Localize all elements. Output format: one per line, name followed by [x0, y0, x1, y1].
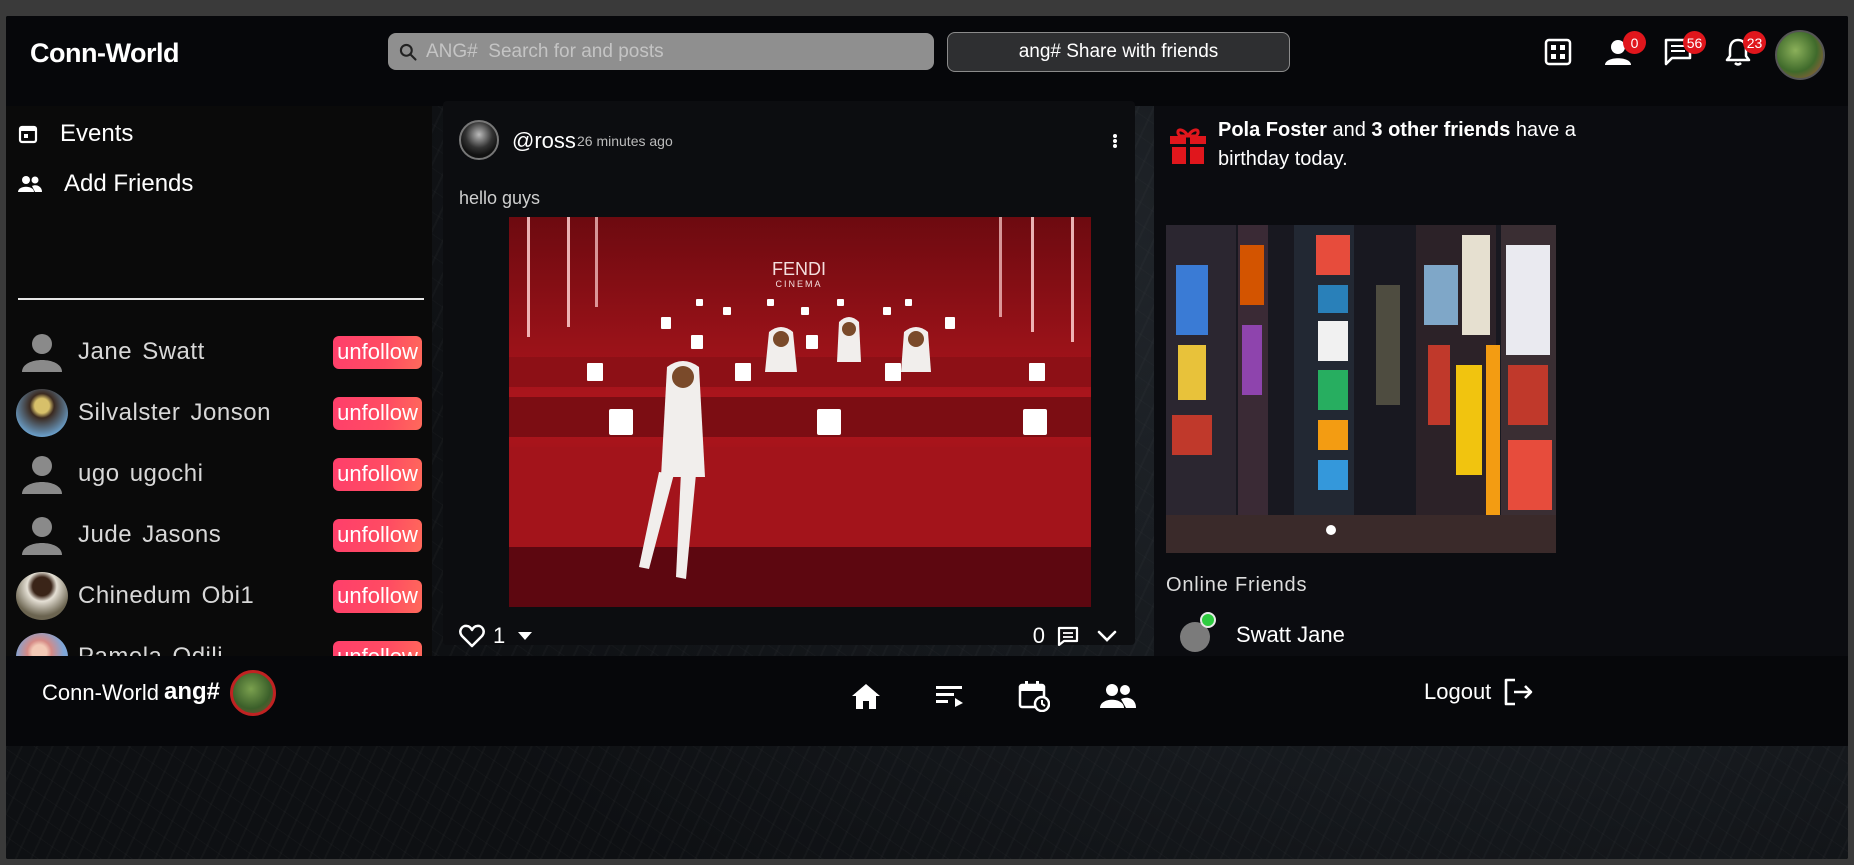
post-timestamp: 26 minutes ago — [577, 133, 673, 149]
friend-name: ugo ugochi — [78, 460, 204, 487]
left-sidebar: Events Add Friends Jane Swatt unfollow S… — [6, 106, 432, 745]
app-logo[interactable]: Conn-World — [30, 38, 179, 69]
groups-icon[interactable] — [1100, 678, 1136, 714]
list-item: Silvalster Jonson unfollow — [16, 388, 426, 438]
unfollow-button[interactable]: unfollow — [333, 335, 422, 369]
list-item: ugo ugochi unfollow — [16, 449, 426, 499]
avatar — [1180, 612, 1216, 652]
post-footer: 1 0 — [459, 621, 1129, 651]
post-text: hello guys — [459, 188, 541, 208]
sidebar-item-add-friends[interactable]: Add Friends — [18, 170, 193, 198]
right-column: Pola Foster and 3 other friends have a b… — [1154, 106, 1848, 661]
online-status-dot — [1200, 612, 1216, 628]
app-window: Conn-World ang# Share with friends 0 56 … — [6, 16, 1848, 859]
footer-logo[interactable]: Conn-World — [42, 680, 159, 706]
list-item: Chinedum Obi1 unfollow — [16, 571, 426, 621]
sidebar-item-label: Add Friends — [64, 170, 194, 197]
online-friend-name: Swatt Jane — [1236, 622, 1345, 647]
like-count: 1 — [493, 623, 506, 648]
unfollow-button[interactable]: unfollow — [333, 518, 422, 552]
comment-icon[interactable] — [1057, 626, 1079, 646]
post-image: FENDI CINEMA — [509, 217, 1091, 607]
search-icon — [399, 43, 417, 61]
share-button[interactable]: ang# Share with friends — [947, 32, 1290, 72]
logout-label: Logout — [1424, 679, 1492, 704]
search-input[interactable] — [426, 40, 916, 63]
people-icon — [18, 176, 42, 192]
sidebar-item-events[interactable]: Events — [18, 120, 133, 148]
online-friend-item[interactable]: Swatt Jane — [1180, 612, 1345, 652]
calendar-history-icon[interactable] — [1016, 678, 1052, 714]
reactions-dropdown-icon[interactable] — [517, 631, 533, 641]
calendar-icon — [18, 125, 38, 144]
bottom-bar: Conn-World ang# Logout — [6, 656, 1848, 746]
comment-count: 0 — [1032, 623, 1045, 648]
friend-requests-icon[interactable]: 0 — [1600, 31, 1646, 70]
sidebar-item-label: Events — [60, 120, 134, 147]
unfollow-button[interactable]: unfollow — [333, 457, 422, 491]
footer-username: ang# — [164, 678, 221, 705]
birthday-others[interactable]: 3 other friends — [1371, 119, 1510, 141]
cinema-sign: CINEMA — [775, 279, 822, 289]
post-author-avatar[interactable] — [459, 120, 499, 160]
ad-image — [1166, 225, 1556, 553]
avatar — [16, 389, 68, 437]
unfollow-button[interactable]: unfollow — [333, 579, 422, 613]
list-item: Jane Swatt unfollow — [16, 327, 426, 377]
friend-name: Jude Jasons — [78, 521, 222, 548]
friend-name: Jane Swatt — [78, 338, 205, 365]
home-icon[interactable] — [848, 678, 884, 714]
notifications-badge: 23 — [1743, 31, 1766, 54]
chevron-down-icon[interactable] — [1097, 630, 1117, 642]
friend-name: Chinedum Obi1 — [78, 582, 255, 609]
search-box[interactable] — [388, 33, 934, 70]
post-card: @ross 26 minutes ago hello guys FENDI CI… — [443, 101, 1135, 648]
notifications-bell-icon[interactable]: 23 — [1720, 31, 1766, 70]
logout-icon — [1504, 678, 1533, 706]
unfollow-button[interactable]: unfollow — [333, 396, 422, 430]
gift-icon — [1170, 128, 1206, 164]
default-avatar-icon — [16, 328, 68, 376]
apps-grid-icon[interactable] — [1540, 34, 1576, 70]
birthday-mid: and — [1326, 119, 1372, 141]
like-heart-icon[interactable] — [459, 624, 485, 648]
logout-button[interactable]: Logout — [1424, 678, 1535, 706]
top-bar: Conn-World ang# Share with friends 0 56 … — [6, 16, 1848, 106]
feed-icon[interactable] — [932, 678, 968, 714]
avatar — [16, 572, 68, 620]
messages-icon[interactable]: 56 — [1660, 31, 1706, 70]
post-username[interactable]: @ross — [512, 128, 576, 154]
friend-requests-badge: 0 — [1623, 31, 1646, 54]
birthday-notice: Pola Foster and 3 other friends have a b… — [1218, 116, 1608, 174]
footer-avatar[interactable] — [230, 670, 276, 716]
online-friends-title: Online Friends — [1166, 574, 1308, 596]
more-options-icon[interactable] — [1105, 129, 1125, 153]
friend-name: Silvalster Jonson — [78, 399, 271, 426]
default-avatar-icon — [16, 511, 68, 559]
list-item: Jude Jasons unfollow — [16, 510, 426, 560]
fendi-sign: FENDI — [772, 259, 826, 279]
divider — [18, 298, 424, 300]
birthday-name[interactable]: Pola Foster — [1218, 119, 1327, 141]
profile-avatar[interactable] — [1775, 30, 1825, 80]
messages-badge: 56 — [1683, 31, 1706, 54]
default-avatar-icon — [16, 450, 68, 498]
